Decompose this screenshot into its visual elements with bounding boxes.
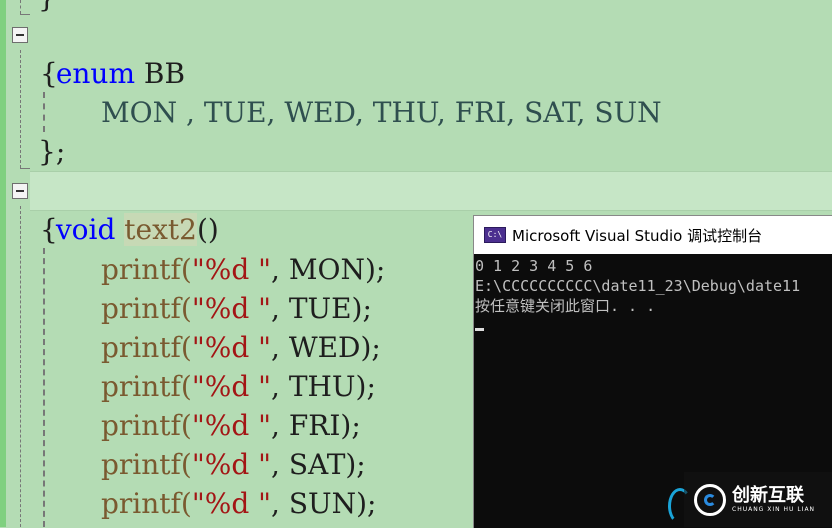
console-title: Microsoft Visual Studio 调试控制台 <box>512 226 763 245</box>
console-output-numbers: 0 1 2 3 4 5 6 <box>475 257 593 275</box>
watermark-badge: 创新互联 CHUANG XIN HU LIAN <box>684 472 832 527</box>
console-title-bar[interactable]: C:\ Microsoft Visual Studio 调试控制台 <box>474 216 832 254</box>
console-output-prompt: 按任意键关闭此窗口. . . <box>475 297 656 315</box>
outline-guide-end <box>20 14 30 15</box>
printf-args: , MON); <box>271 253 386 286</box>
format-string: "%d " <box>191 409 272 442</box>
printf-line[interactable]: printf("%d ", MON); <box>101 250 385 289</box>
printf-line[interactable]: printf("%d ", WED); <box>101 328 381 367</box>
outline-guide-enum <box>20 50 21 168</box>
collapse-function-toggle[interactable] <box>12 183 28 199</box>
outline-guide-enum-end <box>20 168 30 169</box>
printf-line[interactable]: printf("%d ", SUN); <box>101 484 376 523</box>
printf-call: printf( <box>101 409 192 442</box>
format-string: "%d " <box>191 292 272 325</box>
editor-margin-strip <box>0 0 6 527</box>
printf-call: printf( <box>101 292 192 325</box>
format-string: "%d " <box>191 253 272 286</box>
enum-values-line[interactable]: MON , TUE, WED, THU, FRI, SAT, SUN <box>101 93 662 132</box>
indent-guide-func <box>43 248 45 527</box>
printf-call: printf( <box>101 253 192 286</box>
watermark-brand-cn: 创新互联 <box>732 485 804 506</box>
void-keyword: void <box>55 213 116 246</box>
function-name: text2 <box>124 213 197 246</box>
printf-call: printf( <box>101 448 192 481</box>
console-output[interactable]: 0 1 2 3 4 5 6 E:\CCCCCCCCCC\date11_23\Deb… <box>474 254 832 336</box>
function-parens: () <box>196 213 219 246</box>
printf-call: printf( <box>101 331 192 364</box>
console-output-path: E:\CCCCCCCCCC\date11_23\Debug\date11 <box>475 277 801 295</box>
format-string: "%d " <box>191 487 272 520</box>
collapse-enum-toggle[interactable] <box>12 27 28 43</box>
function-open-brace: { <box>40 213 58 246</box>
outline-guide-func <box>20 206 21 527</box>
printf-args: , SUN); <box>271 487 377 520</box>
printf-line[interactable]: printf("%d ", TUE); <box>101 289 372 328</box>
printf-line[interactable]: printf("%d ", SAT); <box>101 445 366 484</box>
brand-logo-icon <box>694 483 726 516</box>
enum-open-brace: { <box>40 57 58 90</box>
format-string: "%d " <box>191 448 272 481</box>
printf-args: , SAT); <box>271 448 366 481</box>
function-declaration-line[interactable]: void text2() <box>38 171 219 246</box>
console-cursor <box>475 328 484 331</box>
printf-line[interactable]: printf("%d ", FRI); <box>101 406 361 445</box>
outline-guide <box>20 0 21 14</box>
format-string: "%d " <box>191 370 272 403</box>
printf-args: , THU); <box>271 370 376 403</box>
printf-line[interactable]: printf("%d ", THU); <box>101 367 376 406</box>
enum-name: BB <box>143 57 186 90</box>
printf-args: , TUE); <box>271 292 372 325</box>
enum-declaration-line[interactable]: enum BB <box>38 15 185 90</box>
printf-args: , WED); <box>271 331 381 364</box>
enum-close-brace: }; <box>38 135 66 168</box>
watermark-brand-en: CHUANG XIN HU LIAN <box>732 506 816 513</box>
format-string: "%d " <box>191 331 272 364</box>
printf-call: printf( <box>101 370 192 403</box>
printf-args: , FRI); <box>271 409 361 442</box>
indent-guide-enum <box>43 92 45 132</box>
console-app-icon: C:\ <box>484 227 506 243</box>
printf-call: printf( <box>101 487 192 520</box>
enum-keyword: enum <box>55 57 135 90</box>
